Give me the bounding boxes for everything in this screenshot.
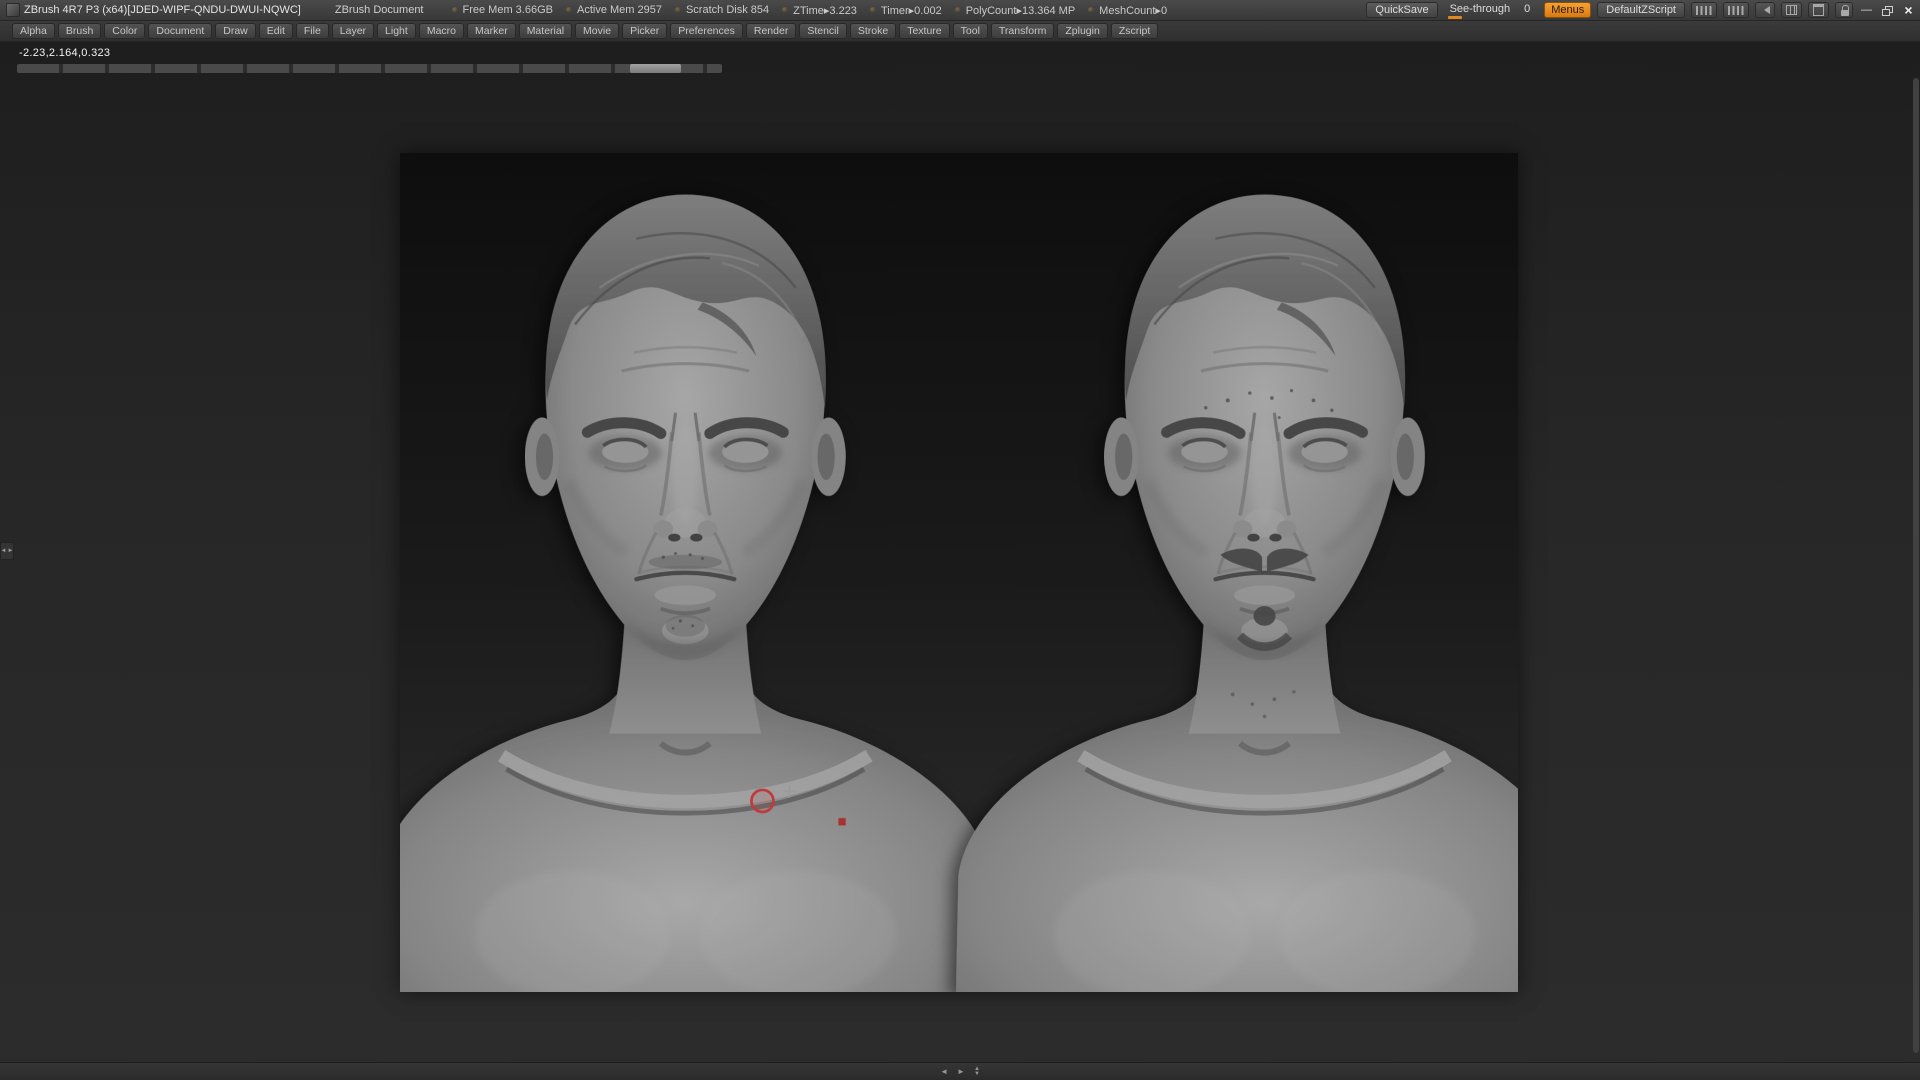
menu-item-stroke[interactable]: Stroke bbox=[850, 23, 896, 39]
bullet-icon bbox=[675, 7, 681, 13]
stat-polycount: PolyCount▸13.364 MP bbox=[955, 4, 1075, 17]
canvas-area bbox=[0, 41, 1920, 1063]
see-through-value: 0 bbox=[1524, 3, 1530, 15]
stat-active-mem: Active Mem 2957 bbox=[566, 4, 662, 16]
bullet-icon bbox=[452, 7, 458, 13]
menu-item-stencil[interactable]: Stencil bbox=[799, 23, 847, 39]
right-tray-divider[interactable] bbox=[1913, 78, 1919, 1053]
titlebar-actions: QuickSave See-through 0 Menus DefaultZSc… bbox=[1366, 2, 1916, 18]
tray-arrow-icon bbox=[1760, 6, 1770, 14]
minimize-button[interactable]: — bbox=[1859, 3, 1874, 18]
layout-grid-icon bbox=[1786, 5, 1797, 15]
stat-timer: Timer▸0.002 bbox=[870, 4, 942, 17]
bullet-icon bbox=[870, 7, 876, 13]
menu-item-document[interactable]: Document bbox=[148, 23, 212, 39]
menu-item-draw[interactable]: Draw bbox=[215, 23, 256, 39]
default-zscript-button[interactable]: DefaultZScript bbox=[1597, 2, 1685, 18]
scroll-right-handle[interactable]: ► bbox=[957, 1068, 965, 1076]
quicksave-button[interactable]: QuickSave bbox=[1366, 2, 1437, 18]
layout-grid-button[interactable] bbox=[1781, 2, 1802, 18]
menu-item-layer[interactable]: Layer bbox=[332, 23, 374, 39]
document-title: ZBrush Document bbox=[335, 4, 424, 16]
bullet-icon bbox=[782, 7, 788, 13]
menu-item-file[interactable]: File bbox=[296, 23, 329, 39]
tray-arrow-button[interactable] bbox=[1755, 2, 1775, 18]
menus-toggle-button[interactable]: Menus bbox=[1544, 2, 1591, 18]
menu-item-brush[interactable]: Brush bbox=[58, 23, 101, 39]
menu-item-picker[interactable]: Picker bbox=[622, 23, 667, 39]
stripes-icon bbox=[1696, 6, 1712, 15]
right-tray-stripes-button[interactable] bbox=[1723, 2, 1749, 18]
restore-button[interactable] bbox=[1880, 3, 1895, 18]
minimize-icon: — bbox=[1861, 4, 1872, 16]
stat-free-mem: Free Mem 3.66GB bbox=[452, 4, 553, 16]
close-icon: × bbox=[1904, 2, 1912, 18]
bullet-icon bbox=[955, 7, 961, 13]
left-tray-stripes-button[interactable] bbox=[1691, 2, 1717, 18]
bottom-tray: ◄ ► ▲ ▼ bbox=[0, 1062, 1920, 1080]
arrow-left-icon: ◄ bbox=[1, 548, 7, 554]
menu-item-alpha[interactable]: Alpha bbox=[12, 23, 55, 39]
bullet-icon bbox=[1088, 7, 1094, 13]
menu-item-zplugin[interactable]: Zplugin bbox=[1057, 23, 1107, 39]
stat-ztime: ZTime▸3.223 bbox=[782, 4, 857, 17]
arrow-right-icon: ► bbox=[8, 548, 14, 554]
bullet-icon bbox=[566, 7, 572, 13]
scroll-left-handle[interactable]: ◄ bbox=[940, 1068, 948, 1076]
close-button[interactable]: × bbox=[1901, 3, 1916, 18]
menu-item-marker[interactable]: Marker bbox=[467, 23, 516, 39]
stat-meshcount: MeshCount▸0 bbox=[1088, 4, 1167, 17]
menu-item-edit[interactable]: Edit bbox=[259, 23, 293, 39]
zbrush-logo bbox=[6, 3, 20, 17]
see-through-slider[interactable]: See-through 0 bbox=[1444, 2, 1539, 18]
arrow-down-icon: ▼ bbox=[974, 1072, 980, 1077]
menu-item-movie[interactable]: Movie bbox=[575, 23, 619, 39]
sculpt-viewport bbox=[400, 153, 1518, 992]
zbrush-app: ZBrush 4R7 P3 (x64)[JDED-WIPF-QNDU-DWUI-… bbox=[0, 0, 1920, 1080]
see-through-label: See-through bbox=[1450, 3, 1511, 15]
stat-scratch-disk: Scratch Disk 854 bbox=[675, 4, 769, 16]
menu-item-render[interactable]: Render bbox=[746, 23, 796, 39]
menu-item-material[interactable]: Material bbox=[519, 23, 572, 39]
cursor-coordinates-readout: -2.23,2.164,0.323 bbox=[19, 47, 110, 59]
left-tray-handle[interactable]: ◄► bbox=[0, 542, 14, 560]
menu-item-light[interactable]: Light bbox=[377, 23, 416, 39]
stripes-icon bbox=[1728, 6, 1744, 15]
document-canvas[interactable] bbox=[400, 153, 1518, 992]
menu-bar: Alpha Brush Color Document Draw Edit Fil… bbox=[0, 20, 1920, 42]
menu-item-tool[interactable]: Tool bbox=[953, 23, 988, 39]
titlebar-stats: Free Mem 3.66GB Active Mem 2957 Scratch … bbox=[452, 4, 1168, 17]
layout-panel-icon bbox=[1813, 4, 1824, 16]
lock-button[interactable] bbox=[1835, 2, 1853, 18]
bottom-tray-toggle[interactable]: ▲ ▼ bbox=[974, 1067, 980, 1077]
layout-panel-button[interactable] bbox=[1808, 2, 1829, 18]
app-title: ZBrush 4R7 P3 (x64)[JDED-WIPF-QNDU-DWUI-… bbox=[24, 4, 301, 16]
menu-item-color[interactable]: Color bbox=[104, 23, 145, 39]
top-tray-scrollbar[interactable] bbox=[17, 64, 722, 73]
menu-item-transform[interactable]: Transform bbox=[991, 23, 1054, 39]
slider-tick-icon bbox=[1448, 16, 1462, 19]
menu-item-macro[interactable]: Macro bbox=[419, 23, 464, 39]
scrollbar-thumb[interactable] bbox=[630, 64, 681, 73]
stroke-start-mark bbox=[838, 818, 845, 825]
menu-item-texture[interactable]: Texture bbox=[899, 23, 949, 39]
menu-item-preferences[interactable]: Preferences bbox=[670, 23, 743, 39]
title-bar: ZBrush 4R7 P3 (x64)[JDED-WIPF-QNDU-DWUI-… bbox=[0, 0, 1920, 21]
menu-item-zscript[interactable]: Zscript bbox=[1111, 23, 1159, 39]
